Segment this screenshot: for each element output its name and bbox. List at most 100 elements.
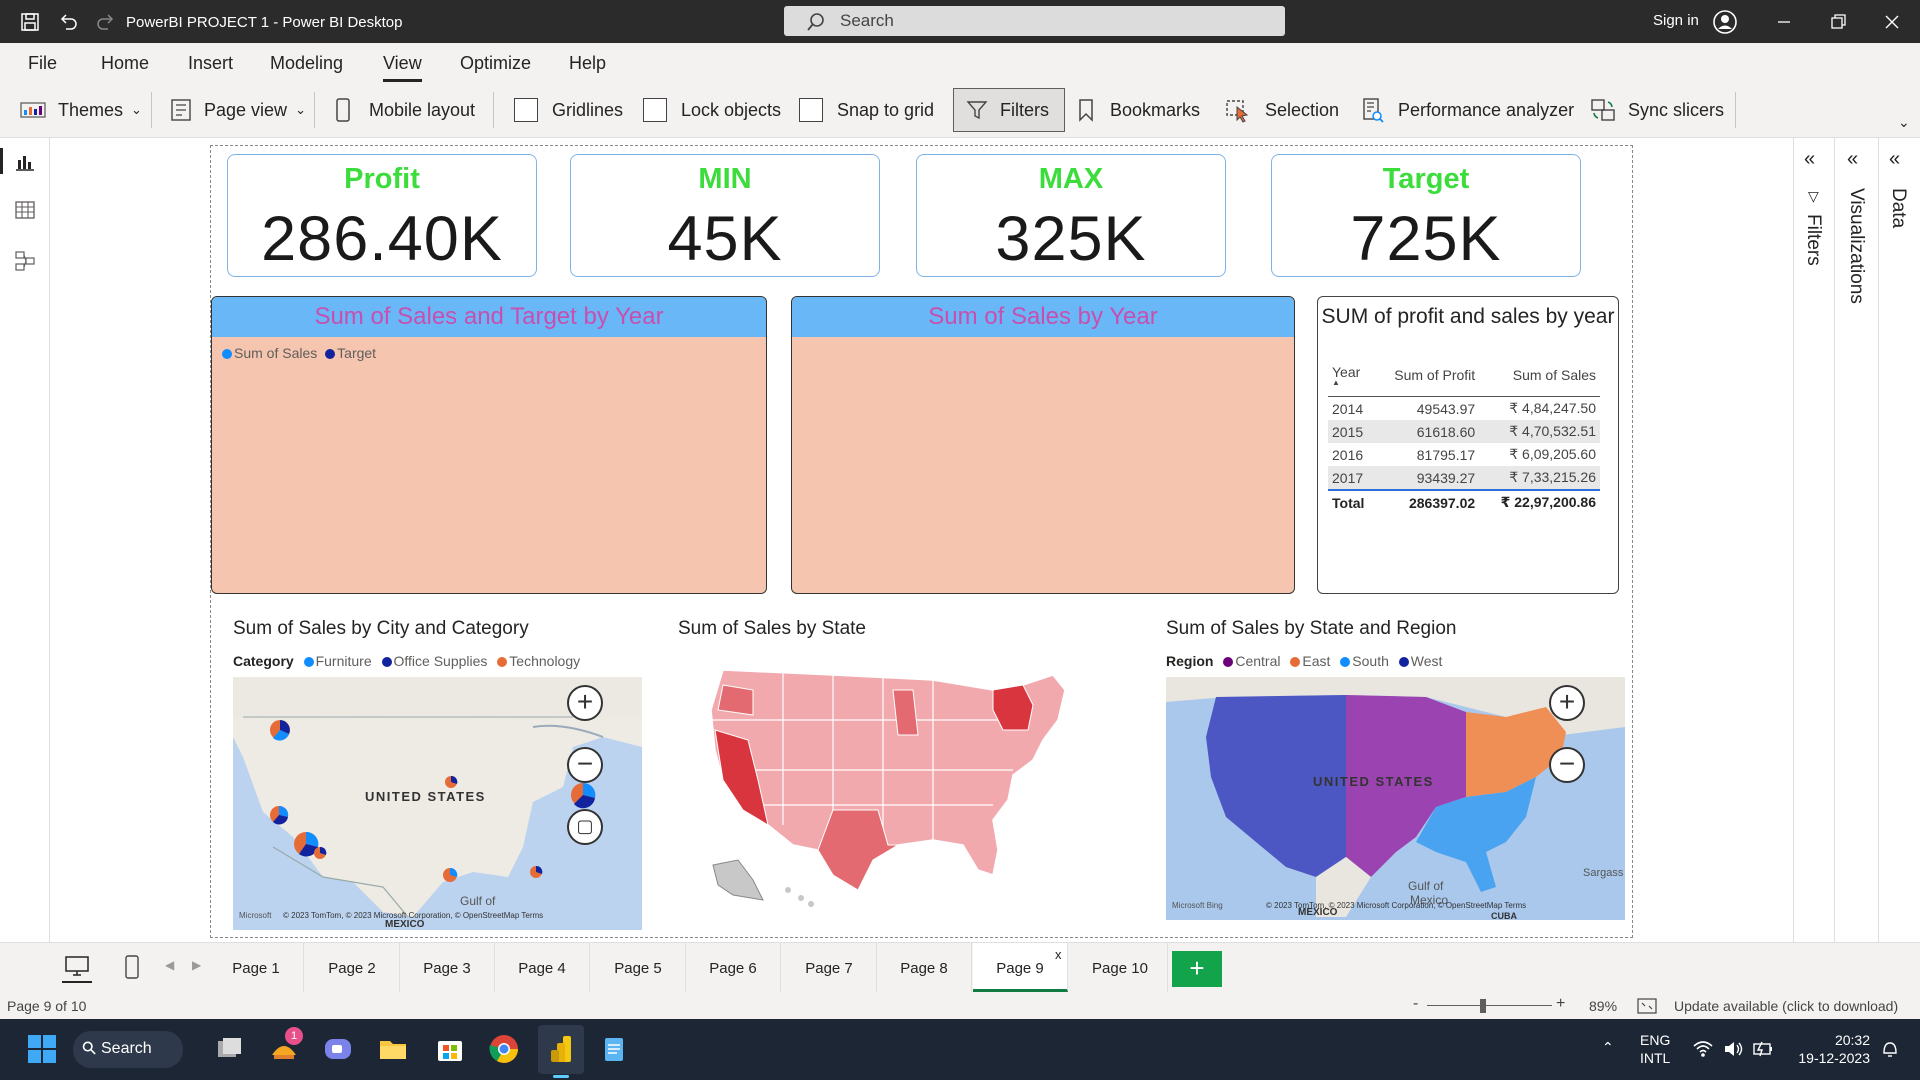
undo-icon[interactable] (58, 12, 78, 32)
restore-icon[interactable] (1826, 10, 1850, 34)
target-card[interactable]: Target 725K (1271, 154, 1581, 277)
tab-page-2[interactable]: Page 2 (305, 943, 400, 992)
performance-analyzer-button[interactable]: Performance analyzer (1362, 82, 1574, 138)
state-filled-map[interactable] (693, 660, 1105, 915)
taskbar-search[interactable]: ⚲ Search (73, 1031, 183, 1068)
table-view-icon[interactable] (14, 200, 36, 220)
column-header-year[interactable]: Year ▲ (1328, 361, 1376, 397)
mobile-layout-button[interactable]: Mobile layout (335, 82, 475, 138)
pie-marker[interactable] (314, 846, 327, 859)
battery-icon[interactable] (1752, 1039, 1774, 1059)
expand-data-icon[interactable]: « (1889, 148, 1900, 171)
power-bi-icon[interactable] (545, 1033, 577, 1065)
task-view-icon[interactable] (214, 1033, 246, 1065)
tab-page-1[interactable]: Page 1 (209, 943, 304, 992)
profit-sales-table[interactable]: SUM of profit and sales by year Year ▲ Su… (1317, 296, 1619, 594)
lock-objects-checkbox[interactable]: Lock objects (643, 82, 781, 138)
city-category-map[interactable]: UNITED STATES Gulf of MEXICO + − ▢ Micro… (233, 677, 642, 930)
menu-modeling[interactable]: Modeling (270, 53, 343, 74)
gridlines-check-box[interactable] (514, 98, 538, 122)
report-view-icon[interactable] (14, 152, 36, 172)
mobile-layout-icon[interactable] (124, 954, 140, 980)
update-link[interactable]: Update available (click to download) (1674, 998, 1898, 1014)
clock[interactable]: 20:32 19-12-2023 (1790, 1031, 1870, 1067)
tab-page-8[interactable]: Page 8 (877, 943, 972, 992)
sign-in-link[interactable]: Sign in (1653, 12, 1699, 29)
tab-page-6[interactable]: Page 6 (686, 943, 781, 992)
language-indicator[interactable]: ENG INTL (1640, 1031, 1670, 1067)
profit-card[interactable]: Profit 286.40K (227, 154, 537, 277)
zoom-in-icon[interactable]: + (1556, 995, 1565, 1013)
snap-to-grid-check-box[interactable] (799, 98, 823, 122)
menu-help[interactable]: Help (569, 53, 606, 74)
menu-optimize[interactable]: Optimize (460, 53, 531, 74)
column-header-sales[interactable]: Sum of Sales (1479, 361, 1600, 397)
scroll-right-icon[interactable]: ▶ (192, 958, 201, 972)
lock-objects-check-box[interactable] (643, 98, 667, 122)
tab-page-10[interactable]: Page 10 (1073, 943, 1168, 992)
zoom-slider[interactable] (1427, 1005, 1552, 1006)
zoom-in-button[interactable]: + (1549, 685, 1585, 721)
pie-marker[interactable] (443, 867, 458, 882)
store-icon[interactable] (434, 1033, 466, 1065)
tab-page-7[interactable]: Page 7 (782, 943, 877, 992)
selection-button[interactable]: Selection (1225, 82, 1339, 138)
zoom-in-button[interactable]: + (567, 685, 603, 721)
search-input[interactable]: Search (784, 6, 1285, 36)
page-view-button[interactable]: Page view ⌄ (170, 82, 306, 138)
close-icon[interactable] (1880, 10, 1904, 34)
map-attribution[interactable]: © 2023 TomTom, © 2023 Microsoft Corporat… (1266, 901, 1526, 910)
notifications-icon[interactable] (1880, 1039, 1900, 1059)
model-view-icon[interactable] (14, 250, 36, 272)
zoom-slider-thumb[interactable] (1480, 999, 1486, 1013)
teams-chat-icon[interactable] (322, 1033, 354, 1065)
fit-to-page-icon[interactable] (1637, 998, 1657, 1014)
minimize-icon[interactable] (1772, 10, 1796, 34)
state-region-map[interactable]: UNITED STATES Gulf of Mexico MEXICO CUBA… (1166, 677, 1625, 920)
wifi-icon[interactable] (1692, 1039, 1714, 1059)
pie-marker[interactable] (571, 782, 596, 809)
filters-pane-collapsed[interactable]: « ▽ Filters (1793, 138, 1834, 942)
file-explorer-icon[interactable] (377, 1033, 409, 1065)
zoom-out-button[interactable]: − (1549, 747, 1585, 783)
sales-by-year-chart[interactable]: Sum of Sales by Year ₹ 0.5M₹ 0.6M₹ 0.7M2… (791, 296, 1295, 594)
gridlines-checkbox[interactable]: Gridlines (514, 82, 623, 138)
desktop-layout-icon[interactable] (64, 955, 90, 979)
bookmarks-button[interactable]: Bookmarks (1078, 82, 1200, 138)
data-pane-collapsed[interactable]: « Data (1878, 138, 1920, 942)
menu-file[interactable]: File (28, 53, 57, 74)
expand-filters-icon[interactable]: « (1804, 148, 1815, 171)
select-area-button[interactable]: ▢ (567, 809, 603, 845)
notepad-icon[interactable] (598, 1033, 630, 1065)
min-card[interactable]: MIN 45K (570, 154, 880, 277)
menu-home[interactable]: Home (101, 53, 149, 74)
pie-marker[interactable] (445, 775, 458, 788)
column-header-profit[interactable]: Sum of Profit (1375, 361, 1480, 397)
tab-page-9[interactable]: Page 9 (973, 943, 1068, 992)
max-card[interactable]: MAX 325K (916, 154, 1226, 277)
account-icon[interactable] (1712, 9, 1738, 35)
expand-visualizations-icon[interactable]: « (1847, 148, 1858, 171)
pie-marker[interactable] (270, 805, 289, 825)
sales-target-chart[interactable]: Sum of Sales and Target by Year Sum of S… (211, 296, 767, 594)
pie-marker[interactable] (270, 720, 290, 741)
add-page-button[interactable]: + (1172, 951, 1222, 987)
tab-page-4[interactable]: Page 4 (495, 943, 590, 992)
ribbon-collapse-icon[interactable]: ⌄ (1898, 114, 1910, 131)
windows-start-icon[interactable] (26, 1033, 58, 1065)
pie-marker[interactable] (530, 865, 543, 878)
menu-view[interactable]: View (383, 53, 422, 82)
zoom-out-button[interactable]: − (567, 747, 603, 783)
chrome-icon[interactable] (488, 1033, 520, 1065)
redo-icon[interactable] (96, 12, 116, 32)
filters-button[interactable]: Filters (953, 88, 1065, 132)
snap-to-grid-checkbox[interactable]: Snap to grid (799, 82, 934, 138)
themes-button[interactable]: Themes ⌄ (20, 82, 142, 138)
map-attribution[interactable]: © 2023 TomTom, © 2023 Microsoft Corporat… (283, 911, 543, 920)
scroll-left-icon[interactable]: ◀ (165, 958, 174, 972)
tab-page-5[interactable]: Page 5 (591, 943, 686, 992)
close-tab-icon[interactable]: x (1055, 947, 1062, 962)
volume-icon[interactable] (1722, 1039, 1744, 1059)
zoom-out-icon[interactable]: - (1413, 995, 1418, 1013)
show-hidden-icons[interactable]: ⌃ (1602, 1039, 1614, 1056)
